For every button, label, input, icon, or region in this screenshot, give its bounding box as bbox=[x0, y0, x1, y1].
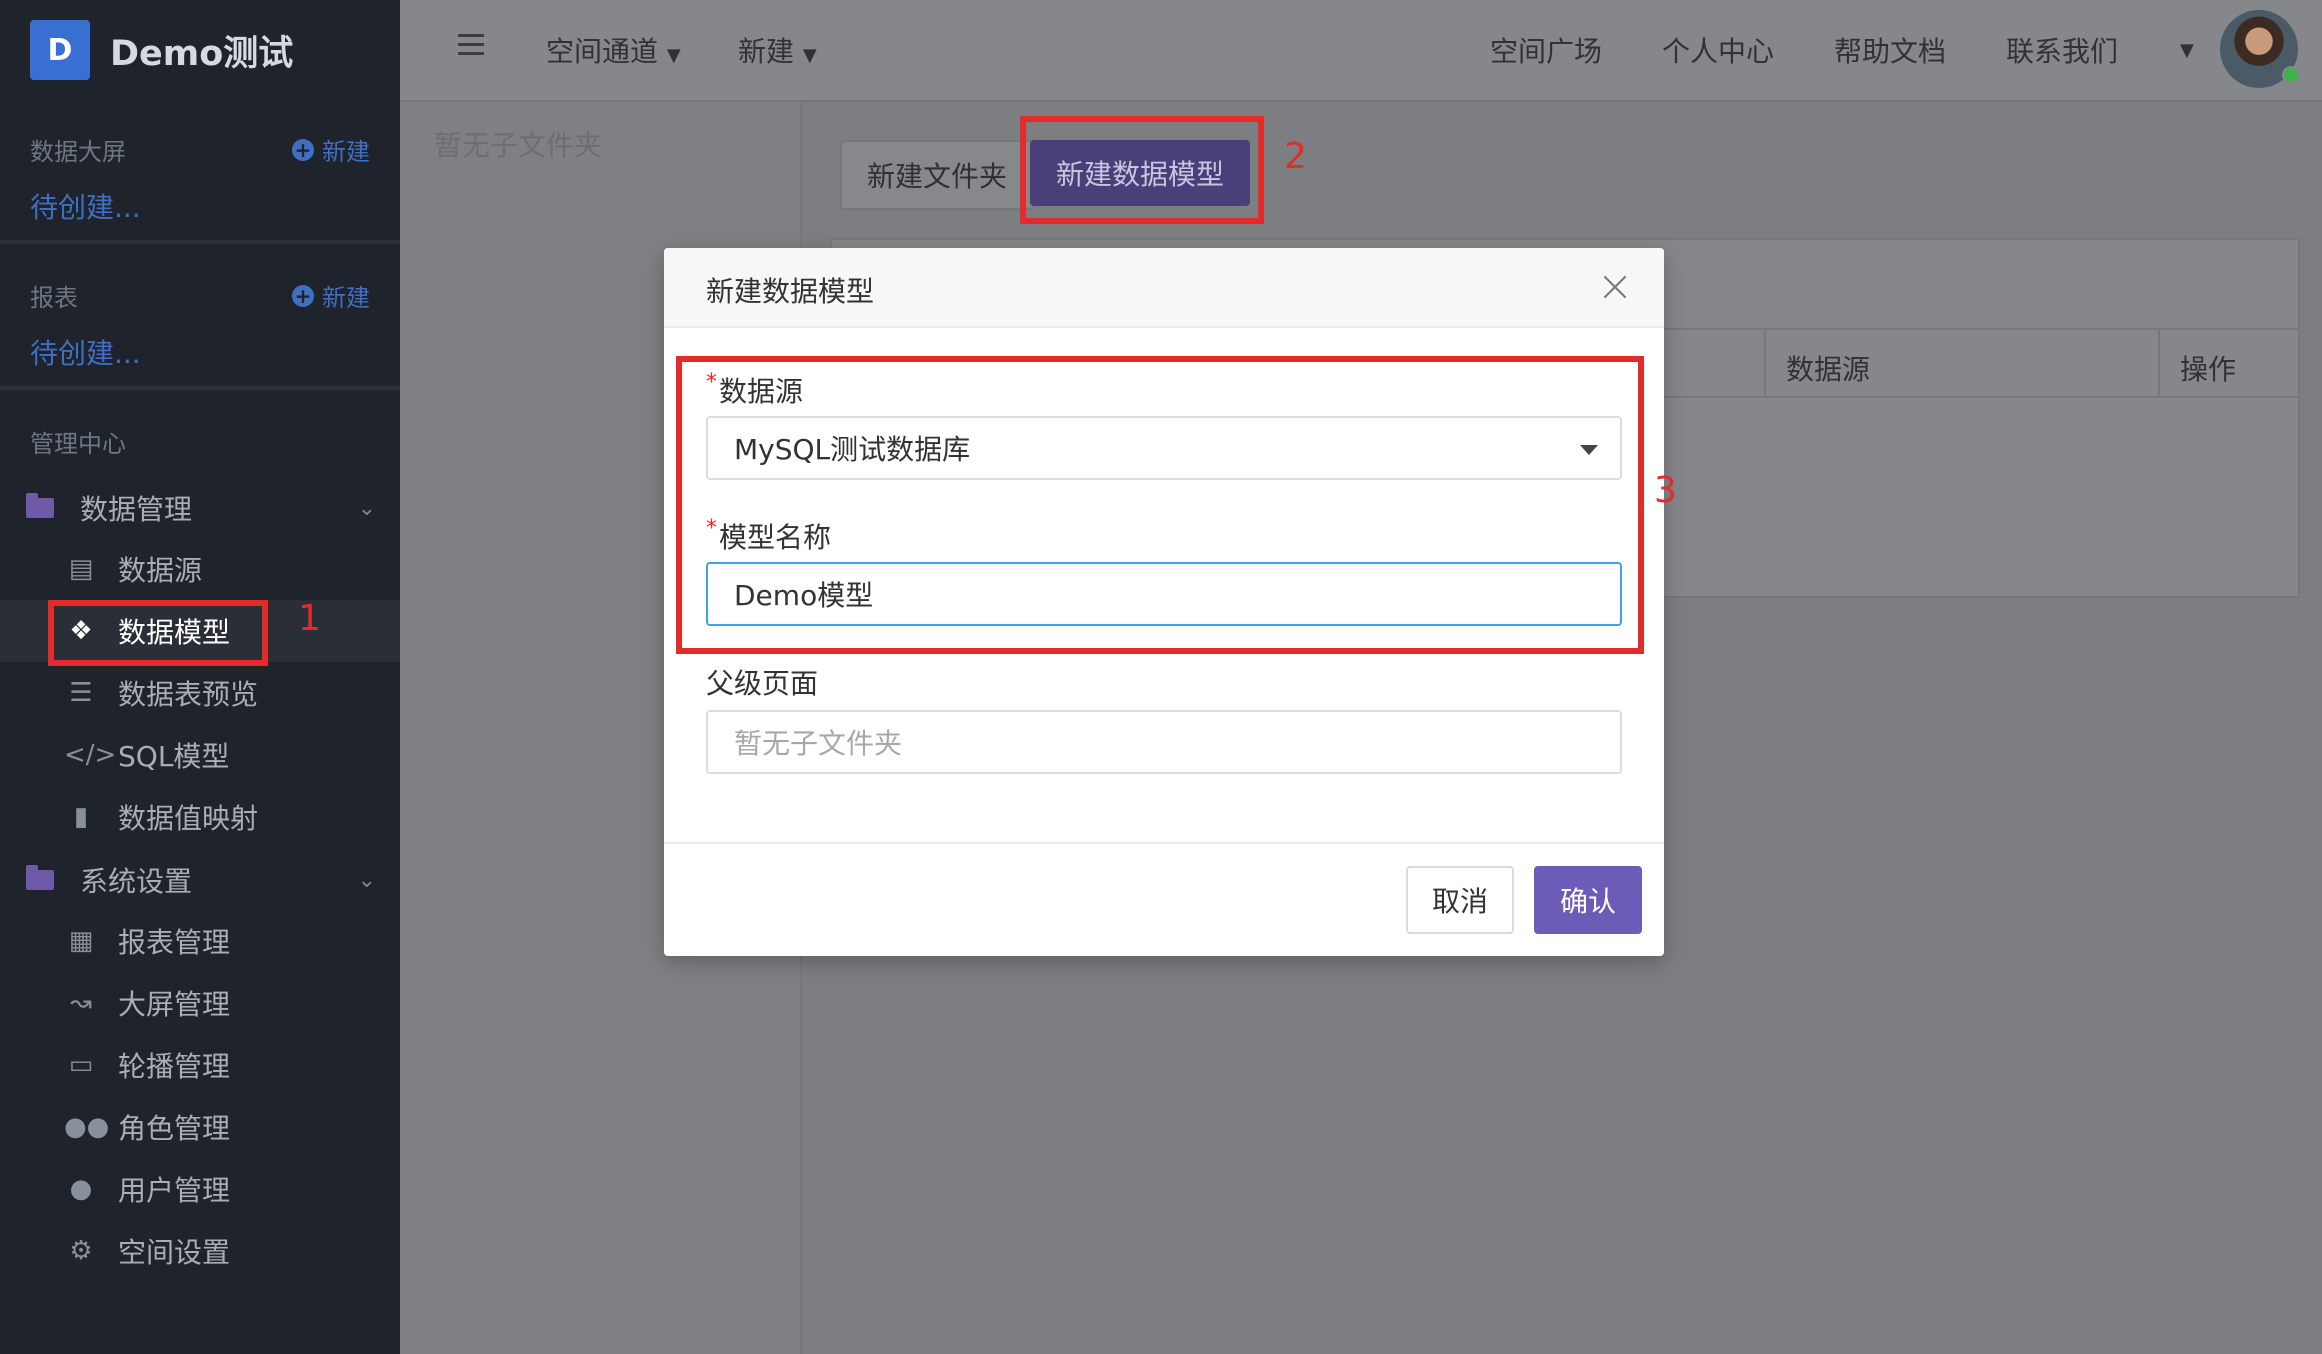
top-header: 空间通道 ▼ 新建 ▼ 空间广场 个人中心 帮助文档 联系我们 ▼ bbox=[400, 0, 2322, 102]
collapse-sidebar-icon[interactable] bbox=[458, 34, 484, 56]
logo[interactable]: D Demo测试 bbox=[30, 18, 293, 82]
annotation-number-3: 3 bbox=[1654, 470, 1677, 511]
database-icon: ▤ bbox=[68, 554, 94, 584]
sidebar-item-sql-model[interactable]: </> SQL模型 bbox=[0, 724, 400, 786]
sidebar-item-table-preview[interactable]: ☰ 数据表预览 bbox=[0, 662, 400, 724]
reports-section-title: 报表 bbox=[30, 284, 78, 312]
sidebar-item-datasource[interactable]: ▤ 数据源 bbox=[0, 538, 400, 600]
user-menu-caret-icon[interactable]: ▼ bbox=[2180, 40, 2194, 61]
sidebar-item-label: 数据值映射 bbox=[118, 802, 259, 835]
chevron-down-icon: ⌄ bbox=[357, 495, 376, 521]
header-link-personal-center[interactable]: 个人中心 bbox=[1662, 30, 1774, 70]
new-folder-button[interactable]: 新建文件夹 bbox=[840, 140, 1034, 210]
sidebar-item-label: 用户管理 bbox=[118, 1174, 231, 1207]
sidebar-item-label: 轮播管理 bbox=[118, 1050, 231, 1083]
data-management-label: 数据管理 bbox=[80, 493, 193, 526]
admin-section-title: 管理中心 bbox=[30, 430, 126, 458]
header-link-contact-us[interactable]: 联系我们 bbox=[2006, 30, 2118, 70]
annotation-number-1: 1 bbox=[298, 598, 321, 639]
sidebar-item-label: 空间设置 bbox=[118, 1236, 231, 1269]
column-header-datasource: 数据源 bbox=[1786, 353, 1871, 386]
sidebar-item-value-mapping[interactable]: ▮ 数据值映射 bbox=[0, 786, 400, 848]
list-icon: ☰ bbox=[69, 678, 93, 708]
new-report-link[interactable]: + 新建 bbox=[292, 278, 370, 313]
sidebar-item-label: 数据表预览 bbox=[118, 678, 259, 711]
dashboards-pending[interactable]: 待创建... bbox=[30, 186, 141, 226]
annotation-box-2 bbox=[1020, 116, 1264, 224]
sidebar-item-label: 报表管理 bbox=[118, 926, 231, 959]
confirm-button[interactable]: 确认 bbox=[1534, 866, 1642, 934]
space-channel-menu[interactable]: 空间通道 ▼ bbox=[546, 30, 681, 70]
divider bbox=[0, 386, 400, 390]
system-settings-label: 系统设置 bbox=[80, 865, 193, 898]
folder-icon bbox=[26, 493, 54, 518]
header-link-help-docs[interactable]: 帮助文档 bbox=[1834, 30, 1946, 70]
close-icon[interactable] bbox=[1602, 274, 1628, 300]
sidebar-item-role-management[interactable]: ●● 角色管理 bbox=[0, 1096, 400, 1158]
parent-page-input[interactable]: 暂无子文件夹 bbox=[706, 710, 1622, 774]
plus-circle-icon: + bbox=[292, 138, 314, 161]
divider bbox=[0, 240, 400, 244]
cancel-button[interactable]: 取消 bbox=[1406, 866, 1514, 934]
system-settings-group[interactable]: 系统设置 ⌄ bbox=[26, 860, 376, 900]
code-icon: </> bbox=[64, 740, 117, 770]
sidebar-item-dashboard-management[interactable]: ↝ 大屏管理 bbox=[0, 972, 400, 1034]
caret-down-icon: ▼ bbox=[666, 45, 681, 66]
new-report-label: 新建 bbox=[322, 284, 370, 312]
column-divider bbox=[1764, 330, 1766, 396]
dialog-title: 新建数据模型 bbox=[706, 275, 875, 308]
annotation-number-2: 2 bbox=[1284, 136, 1307, 177]
caret-down-icon: ▼ bbox=[802, 45, 817, 66]
data-management-group[interactable]: 数据管理 ⌄ bbox=[26, 488, 376, 528]
new-dashboard-link[interactable]: + 新建 bbox=[292, 132, 370, 167]
new-dashboard-label: 新建 bbox=[322, 138, 370, 166]
gear-icon: ⚙ bbox=[69, 1236, 93, 1266]
sidebar-item-label: SQL模型 bbox=[118, 740, 230, 773]
dialog-header: 新建数据模型 bbox=[664, 248, 1664, 328]
annotation-box-3 bbox=[676, 356, 1644, 654]
user-icon: ● bbox=[69, 1174, 93, 1204]
grid-icon: ▦ bbox=[68, 926, 94, 956]
dialog-footer-divider bbox=[664, 842, 1664, 844]
sidebar-item-carousel-management[interactable]: ▭ 轮播管理 bbox=[0, 1034, 400, 1096]
online-status-dot bbox=[2282, 66, 2300, 84]
sidebar-item-space-settings[interactable]: ⚙ 空间设置 bbox=[0, 1220, 400, 1282]
sidebar: D Demo测试 数据大屏 + 新建 待创建... 报表 + 新建 待创建...… bbox=[0, 0, 400, 1354]
parent-page-label: 父级页面 bbox=[706, 667, 819, 700]
book-icon: ▮ bbox=[73, 802, 89, 832]
header-link-space-square[interactable]: 空间广场 bbox=[1490, 30, 1602, 70]
chart-line-icon: ↝ bbox=[70, 988, 92, 1018]
reports-pending[interactable]: 待创建... bbox=[30, 332, 141, 372]
column-header-actions: 操作 bbox=[2180, 353, 2237, 386]
sidebar-item-label: 角色管理 bbox=[118, 1112, 231, 1145]
app-title: Demo测试 bbox=[110, 33, 294, 74]
column-divider bbox=[2158, 330, 2160, 396]
space-channel-label: 空间通道 bbox=[546, 35, 659, 68]
new-menu-label: 新建 bbox=[738, 35, 795, 68]
sidebar-item-report-management[interactable]: ▦ 报表管理 bbox=[0, 910, 400, 972]
logo-badge: D bbox=[30, 20, 90, 80]
sidebar-item-label: 大屏管理 bbox=[118, 988, 231, 1021]
folder-empty-text: 暂无子文件夹 bbox=[434, 129, 603, 162]
users-icon: ●● bbox=[64, 1112, 110, 1142]
folder-icon bbox=[26, 865, 54, 890]
new-menu[interactable]: 新建 ▼ bbox=[738, 30, 817, 70]
plus-circle-icon: + bbox=[292, 284, 314, 307]
annotation-box-1 bbox=[48, 600, 268, 666]
sidebar-item-user-management[interactable]: ● 用户管理 bbox=[0, 1158, 400, 1220]
monitor-icon: ▭ bbox=[68, 1050, 94, 1080]
sidebar-item-label: 数据源 bbox=[118, 554, 203, 587]
dashboards-section-title: 数据大屏 bbox=[30, 138, 126, 166]
chevron-down-icon: ⌄ bbox=[357, 867, 376, 893]
parent-page-placeholder: 暂无子文件夹 bbox=[734, 727, 903, 760]
